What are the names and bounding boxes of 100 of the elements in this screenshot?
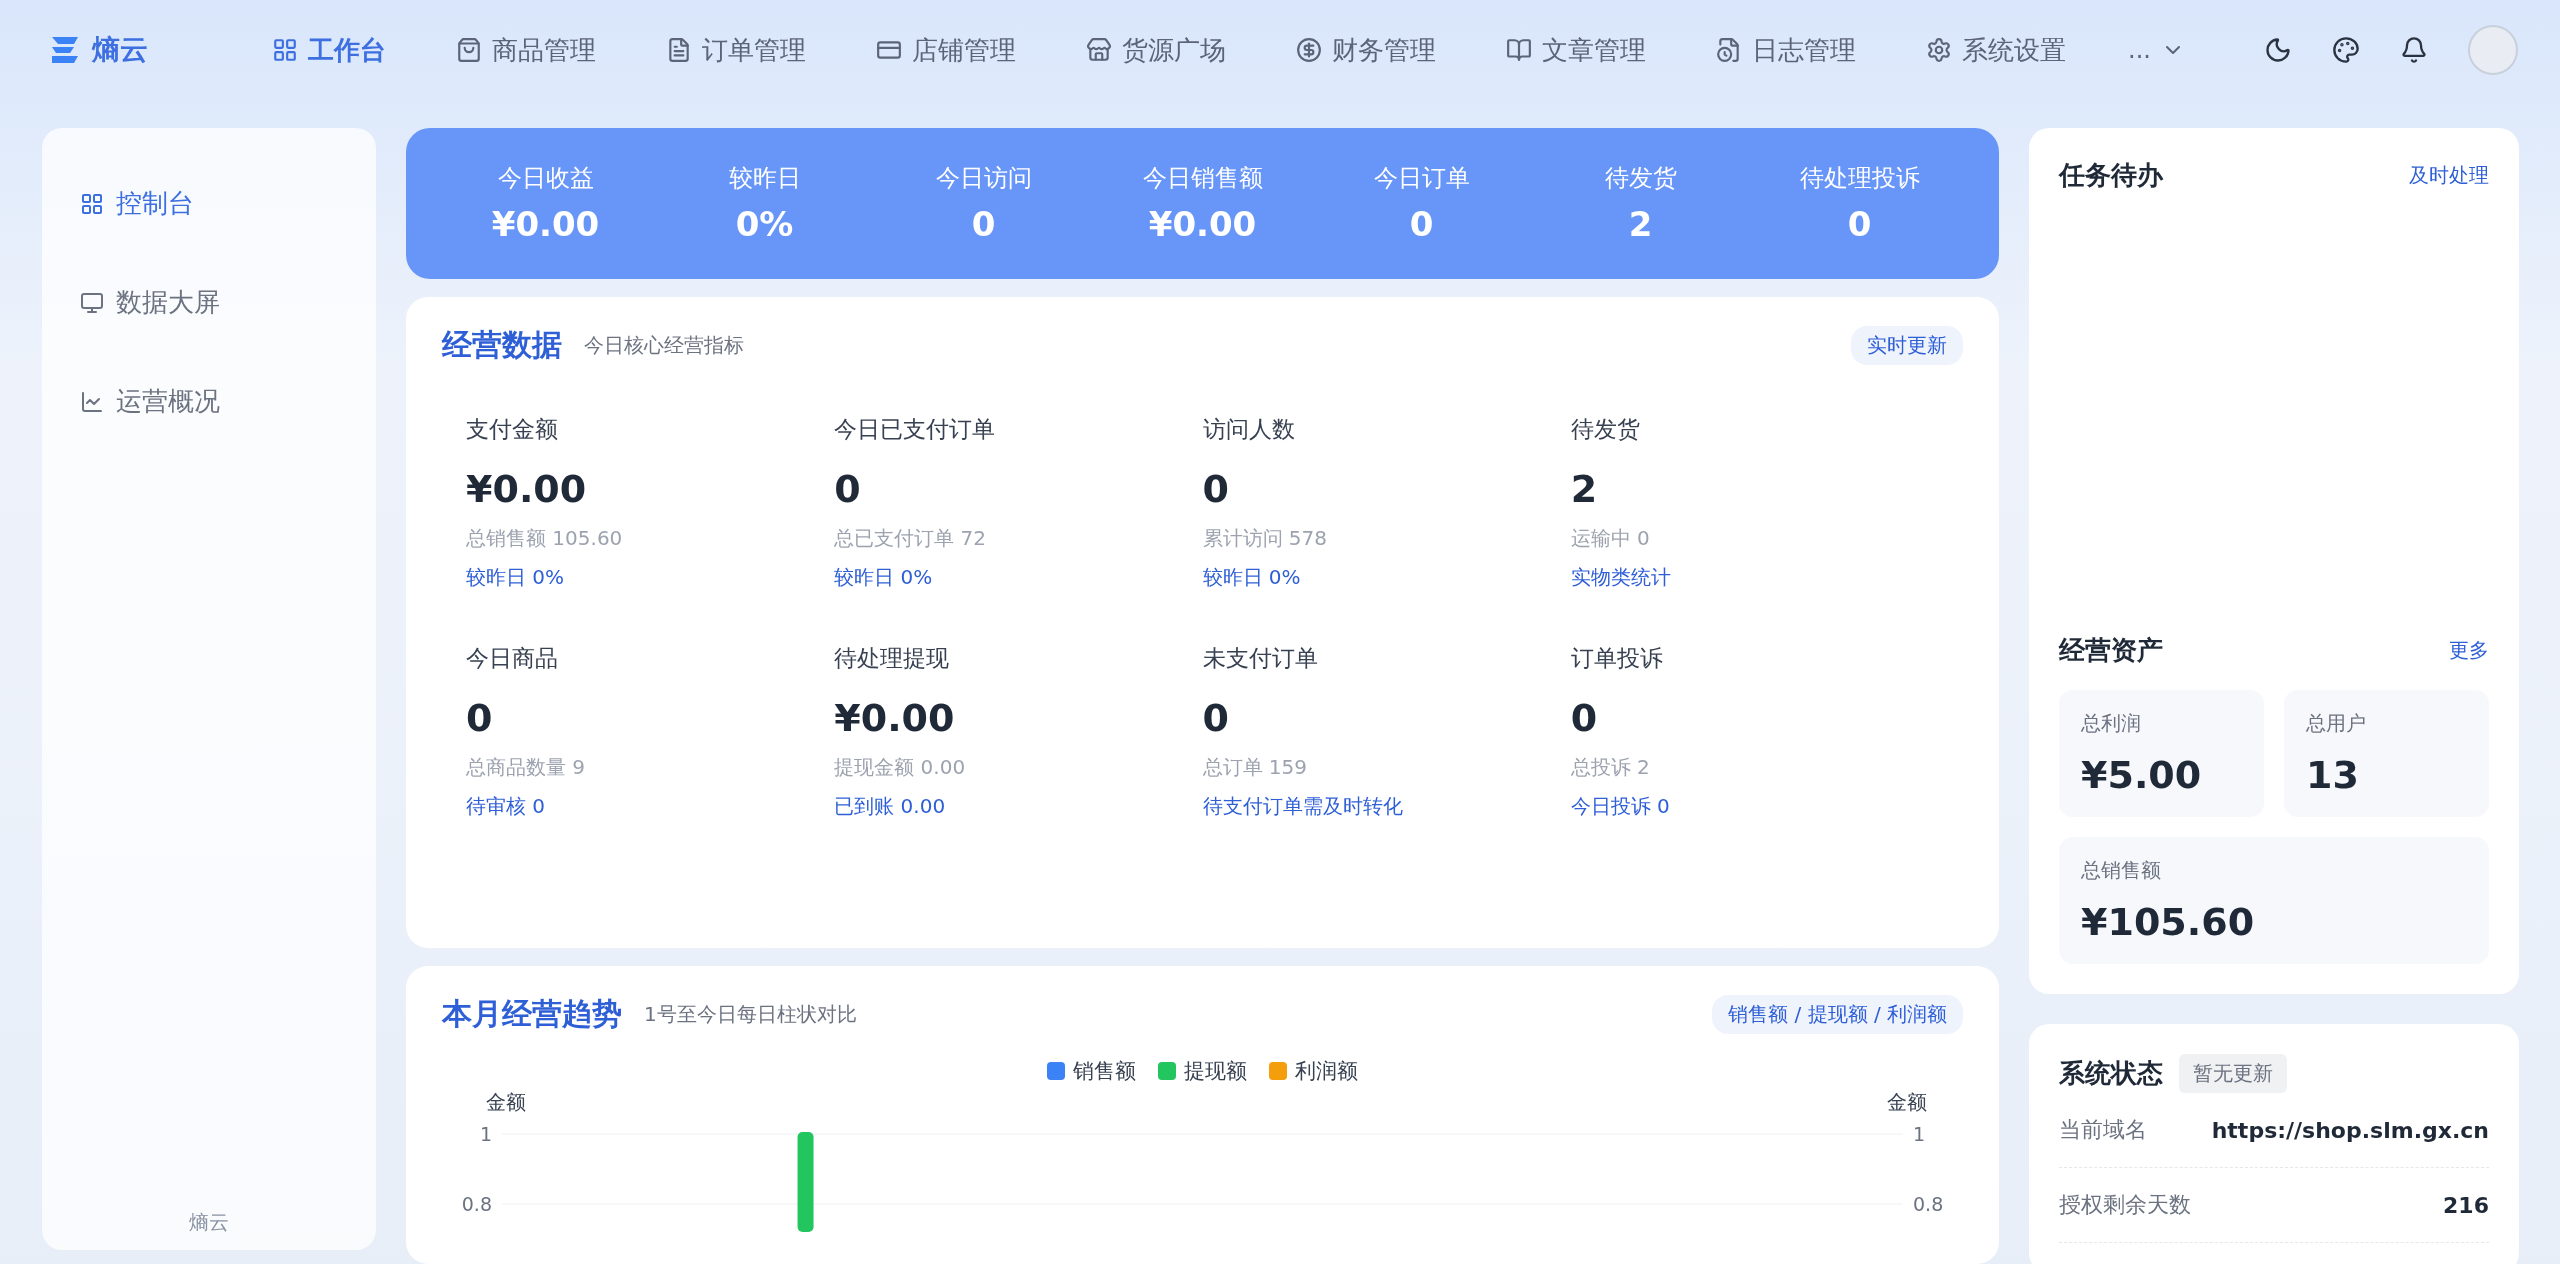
metric-total: 运输中 0: [1570, 524, 1650, 552]
document-icon: [666, 37, 692, 63]
summary-label: 待处理投诉: [1799, 163, 1920, 195]
metric-total: 累计访问 578: [1202, 524, 1328, 552]
nav-tab[interactable]: 工作台: [258, 24, 400, 76]
summary-value: 0: [971, 204, 996, 245]
card-title: 经营数据: [442, 325, 562, 364]
axis-tick: 1: [479, 1122, 492, 1145]
metric-total: 总商品数量 9: [466, 753, 586, 781]
notification-bell-icon[interactable]: [2400, 36, 2428, 64]
status-label: 当前域名: [2059, 1116, 2147, 1144]
line-chart-icon: [80, 389, 104, 414]
summary-label: 今日访问: [935, 163, 1032, 195]
asset-label: 总销售额: [2081, 857, 2162, 884]
summary-value: ¥0.00: [491, 204, 600, 245]
series-badge: 销售额 / 提现额 / 利润额: [1712, 994, 1963, 1034]
card-subtitle: 今日核心经营指标: [584, 331, 744, 359]
status-value: 216: [2443, 1192, 2489, 1218]
metric-link[interactable]: 待支付订单需及时转化: [1202, 792, 1403, 820]
grid-icon: [80, 191, 104, 216]
nav-tab[interactable]: 商品管理: [442, 24, 610, 76]
bag-icon: [456, 37, 482, 63]
metric-value: 0: [466, 695, 493, 740]
metric-label: 未支付订单: [1202, 643, 1318, 673]
sidebar-item[interactable]: 控制台: [72, 168, 346, 239]
metric-link[interactable]: 今日投诉 0: [1570, 792, 1670, 820]
metric-link[interactable]: 较昨日 0%: [834, 563, 933, 591]
asset-label: 总利润: [2081, 710, 2142, 737]
axis-title: 金额: [1887, 1088, 1927, 1116]
metric-label: 今日商品: [466, 643, 558, 673]
status-badge: 实时更新: [1851, 325, 1963, 365]
summary-value: 0: [1409, 204, 1434, 245]
palette-icon[interactable]: [2332, 36, 2360, 64]
metric-value: ¥0.00: [834, 695, 955, 740]
status-tag: 暂无更新: [2179, 1054, 2287, 1093]
summary-value: 2: [1628, 204, 1653, 245]
metric-value: 0: [1202, 695, 1229, 740]
asset-label: 总用户: [2306, 710, 2367, 737]
metric-label: 订单投诉: [1570, 643, 1663, 673]
section-title: 任务待办: [2059, 159, 2163, 192]
metric-link[interactable]: 较昨日 0%: [466, 563, 565, 591]
nav-tab[interactable]: 财务管理: [1282, 24, 1450, 76]
moon-icon[interactable]: [2264, 36, 2292, 64]
book-icon: [1506, 37, 1532, 63]
monitor-icon: [80, 290, 104, 315]
grid-icon: [272, 37, 298, 63]
card-title: 本月经营趋势: [442, 994, 622, 1033]
document-clock-icon: [1716, 37, 1742, 63]
metric-value: 0: [834, 466, 861, 511]
legend-item[interactable]: 销售额: [1047, 1056, 1136, 1085]
brand-name: 熵云: [92, 32, 148, 68]
axis-title: 金额: [486, 1088, 526, 1116]
metric-label: 今日已支付订单: [834, 414, 996, 444]
metric-label: 待发货: [1570, 414, 1640, 444]
store-icon: [1086, 37, 1112, 63]
metric-total: 总销售额 105.60: [466, 524, 623, 552]
metric-link[interactable]: 待审核 0: [466, 792, 546, 820]
section-link[interactable]: 更多: [2449, 637, 2489, 664]
metric-link[interactable]: 实物类统计: [1570, 563, 1671, 591]
summary-value: ¥0.00: [1148, 204, 1257, 245]
axis-tick: 1: [1913, 1122, 1926, 1145]
metric-total: 总已支付订单 72: [834, 524, 987, 552]
coin-icon: [1296, 37, 1322, 63]
axis-tick: 0.8: [1913, 1192, 1944, 1215]
metric-value: 0: [1570, 695, 1598, 740]
status-label: 授权剩余天数: [2059, 1191, 2191, 1219]
summary-label: 今日收益: [497, 163, 594, 195]
asset-value: 13: [2306, 753, 2360, 797]
summary-label: 今日销售额: [1142, 163, 1263, 195]
more-menu-button[interactable]: ...: [2122, 35, 2191, 65]
nav-tab[interactable]: 店铺管理: [862, 24, 1030, 76]
summary-value: 0%: [735, 204, 794, 245]
nav-tab[interactable]: 日志管理: [1702, 24, 1870, 76]
sidebar-footer-text: 熵云: [188, 1209, 230, 1236]
settings-icon: [1926, 37, 1952, 63]
summary-label: 较昨日: [728, 163, 801, 195]
metric-value: ¥0.00: [466, 466, 587, 511]
nav-tab[interactable]: 系统设置: [1912, 24, 2080, 76]
section-title: 系统状态: [2059, 1057, 2163, 1090]
sidebar-item[interactable]: 数据大屏: [72, 267, 346, 338]
axis-tick: 0.8: [461, 1192, 492, 1215]
metric-value: 0: [1202, 466, 1229, 511]
section-link[interactable]: 及时处理: [2409, 162, 2489, 189]
metric-link[interactable]: 已到账 0.00: [834, 792, 946, 820]
nav-tab[interactable]: 文章管理: [1492, 24, 1660, 76]
nav-tab[interactable]: 订单管理: [652, 24, 820, 76]
summary-label: 今日订单: [1373, 163, 1470, 195]
nav-tab[interactable]: 货源广场: [1072, 24, 1240, 76]
legend-item[interactable]: 利润额: [1269, 1056, 1358, 1085]
metric-total: 总投诉 2: [1570, 753, 1650, 781]
metric-link[interactable]: 较昨日 0%: [1202, 563, 1301, 591]
sidebar-item[interactable]: 运营概况: [72, 366, 346, 437]
legend-item[interactable]: 提现额: [1158, 1056, 1247, 1085]
card-subtitle: 1号至今日每日柱状对比: [644, 1000, 857, 1028]
summary-value: 0: [1847, 204, 1872, 245]
asset-value: ¥105.60: [2081, 900, 2256, 944]
asset-value: ¥5.00: [2081, 753, 2203, 797]
metric-label: 待处理提现: [834, 643, 950, 673]
metric-label: 支付金额: [466, 414, 558, 444]
summary-label: 待发货: [1604, 163, 1677, 195]
